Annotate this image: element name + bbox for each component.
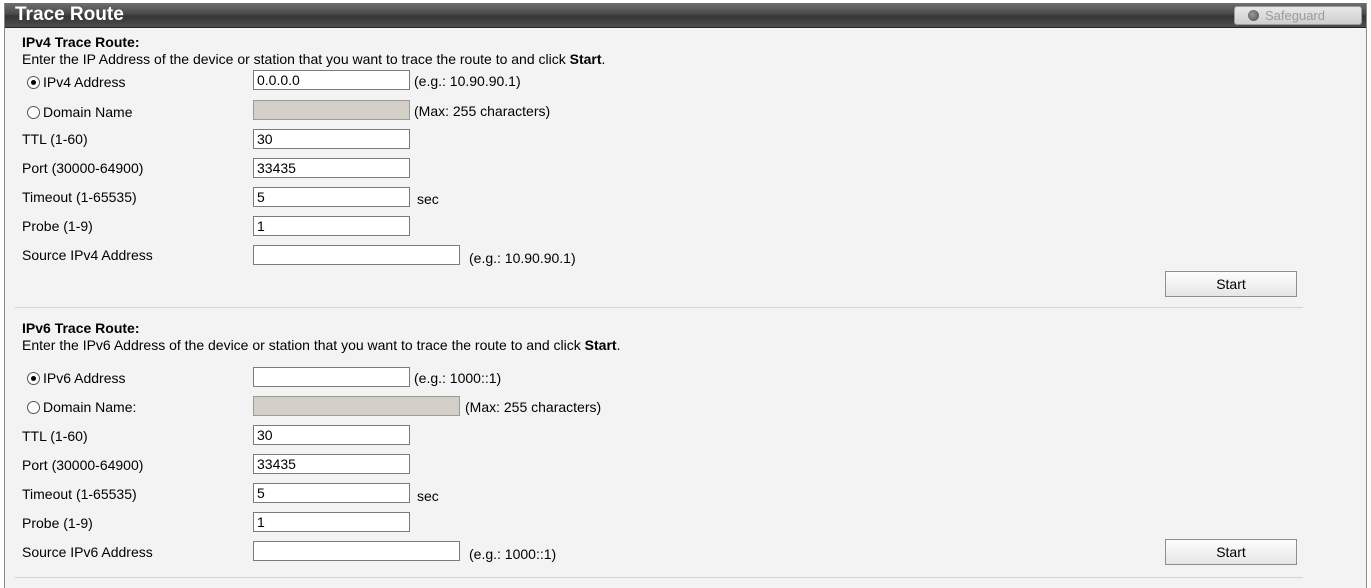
ipv4-intro-bold: Start xyxy=(569,51,602,67)
safeguard-status-icon xyxy=(1248,10,1259,21)
ipv6-address-radio[interactable] xyxy=(27,372,40,385)
ipv4-intro: Enter the IP Address of the device or st… xyxy=(22,51,605,67)
ipv4-port-input[interactable]: 33435 xyxy=(253,158,410,178)
ipv4-timeout-unit: sec xyxy=(417,191,439,207)
ipv6-source-hint: (e.g.: 1000::1) xyxy=(469,546,557,562)
ipv4-timeout-input[interactable]: 5 xyxy=(253,187,410,207)
ipv4-intro-end: . xyxy=(601,51,606,67)
ipv4-timeout-label: Timeout (1-65535) xyxy=(22,189,137,205)
ipv6-probe-label: Probe (1-9) xyxy=(22,515,93,531)
ipv6-start-button[interactable]: Start xyxy=(1165,539,1297,565)
ipv6-source-label: Source IPv6 Address xyxy=(22,544,153,560)
ipv4-address-hint: (e.g.: 10.90.90.1) xyxy=(414,73,521,89)
ipv4-address-input[interactable]: 0.0.0.0 xyxy=(253,70,410,90)
page-title: Trace Route xyxy=(15,4,124,25)
ipv6-intro-text: Enter the IPv6 Address of the device or … xyxy=(22,337,585,353)
ipv6-ttl-input[interactable]: 30 xyxy=(253,425,410,445)
ipv4-domain-hint: (Max: 255 characters) xyxy=(414,103,551,119)
ipv6-address-label: IPv6 Address xyxy=(43,370,126,386)
ipv6-intro-bold: Start xyxy=(584,337,617,353)
ipv4-source-hint: (e.g.: 10.90.90.1) xyxy=(469,250,576,266)
ipv6-probe-input[interactable]: 1 xyxy=(253,512,410,532)
ipv6-domain-input[interactable] xyxy=(253,396,460,416)
ipv6-address-input[interactable] xyxy=(253,367,410,387)
section-divider-bottom xyxy=(15,577,1303,578)
ipv4-heading: IPv4 Trace Route: xyxy=(22,34,140,50)
ipv6-timeout-unit: sec xyxy=(417,488,439,504)
ipv6-port-input[interactable]: 33435 xyxy=(253,454,410,474)
ipv4-source-label: Source IPv4 Address xyxy=(22,247,153,263)
ipv4-domain-input[interactable] xyxy=(253,100,410,120)
ipv6-timeout-input[interactable]: 5 xyxy=(253,483,410,503)
ipv4-ttl-label: TTL (1-60) xyxy=(22,131,88,147)
ipv4-start-button[interactable]: Start xyxy=(1165,271,1297,297)
ipv6-heading: IPv6 Trace Route: xyxy=(22,320,140,336)
ipv4-intro-text: Enter the IP Address of the device or st… xyxy=(22,51,570,67)
section-divider xyxy=(15,307,1303,308)
ipv4-probe-input[interactable]: 1 xyxy=(253,216,410,236)
ipv6-domain-radio[interactable] xyxy=(27,401,40,414)
ipv6-intro: Enter the IPv6 Address of the device or … xyxy=(22,337,620,353)
ipv6-domain-hint: (Max: 255 characters) xyxy=(465,399,602,415)
ipv6-address-hint: (e.g.: 1000::1) xyxy=(414,370,502,386)
ipv6-timeout-label: Timeout (1-65535) xyxy=(22,486,137,502)
ipv6-intro-end: . xyxy=(616,337,621,353)
ipv4-domain-radio[interactable] xyxy=(27,106,40,119)
ipv4-source-input[interactable] xyxy=(253,245,460,265)
ipv4-port-label: Port (30000-64900) xyxy=(22,160,144,176)
ipv4-address-label: IPv4 Address xyxy=(43,74,126,90)
title-bar: Trace Route Safeguard xyxy=(5,3,1366,28)
safeguard-button[interactable]: Safeguard xyxy=(1234,6,1362,25)
ipv6-port-label: Port (30000-64900) xyxy=(22,457,144,473)
safeguard-label: Safeguard xyxy=(1265,8,1325,23)
ipv6-source-input[interactable] xyxy=(253,541,460,561)
ipv4-address-radio[interactable] xyxy=(27,76,40,89)
ipv4-ttl-input[interactable]: 30 xyxy=(253,129,410,149)
ipv6-domain-label: Domain Name: xyxy=(43,399,137,415)
ipv4-domain-label: Domain Name xyxy=(43,104,133,120)
ipv4-probe-label: Probe (1-9) xyxy=(22,218,93,234)
trace-route-panel: Trace Route Safeguard IPv4 Trace Route: … xyxy=(4,3,1367,588)
ipv6-ttl-label: TTL (1-60) xyxy=(22,428,88,444)
